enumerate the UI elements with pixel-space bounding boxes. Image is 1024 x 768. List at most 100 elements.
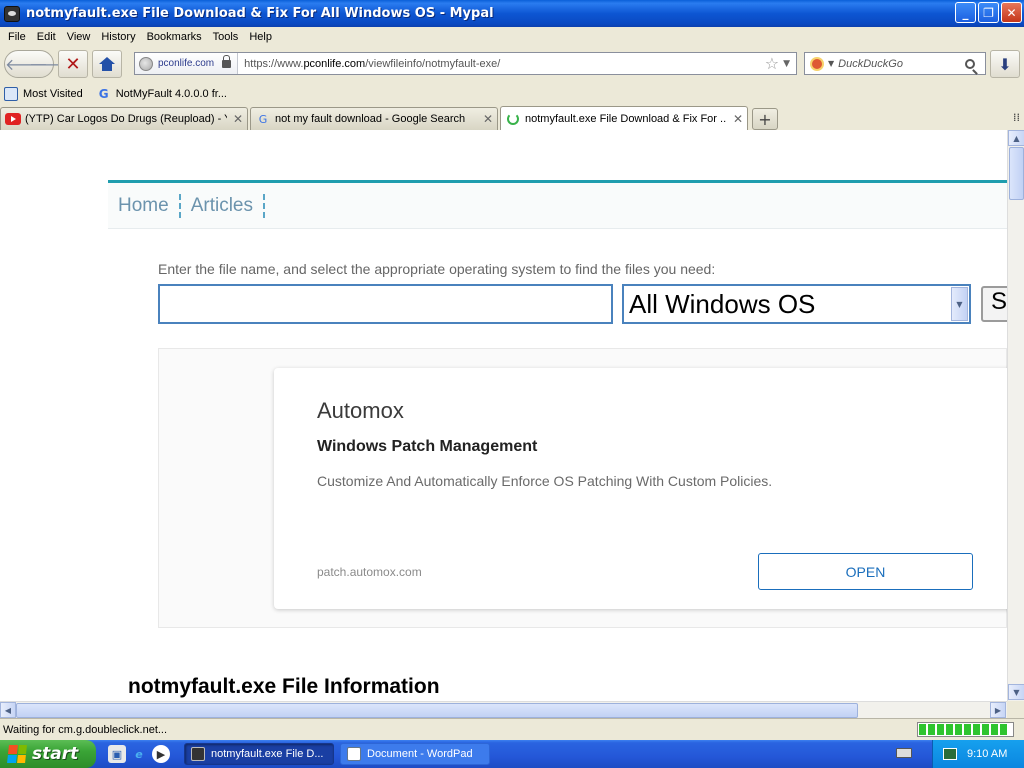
mypal-app-icon[interactable]	[4, 5, 20, 22]
vertical-scrollbar[interactable]: ▲ ▼	[1007, 130, 1024, 701]
ad-title[interactable]: Automox	[317, 398, 404, 424]
windows-flag-icon	[7, 745, 27, 763]
ad-container: Automox Windows Patch Management Customi…	[158, 348, 1007, 628]
ad-subtitle: Windows Patch Management	[317, 438, 538, 455]
most-visited-icon	[4, 87, 18, 101]
horizontal-scrollbar[interactable]: ◀ ▶	[0, 701, 1007, 718]
vertical-scroll-thumb[interactable]	[1009, 147, 1024, 200]
url-prefix: https://www.	[244, 57, 304, 70]
close-button[interactable]: ✕	[1001, 2, 1022, 23]
quick-launch: ▣ e ▶	[108, 745, 170, 763]
network-icon[interactable]	[943, 748, 957, 760]
task-label: notmyfault.exe File D...	[211, 748, 324, 760]
search-engine-dropdown-icon[interactable]: ▼	[828, 59, 834, 68]
os-selected-value: All Windows OS	[629, 288, 816, 319]
url-history-dropdown-icon[interactable]: ▼	[783, 59, 790, 69]
show-desktop-icon[interactable]: ▣	[108, 745, 126, 763]
download-arrow-icon: ⬇	[998, 54, 1012, 74]
nav-home-link[interactable]: Home	[108, 193, 181, 218]
stop-icon: ✕	[65, 53, 81, 75]
menu-file[interactable]: File	[4, 31, 33, 43]
back-forward-group: 🡐 🡒	[4, 50, 72, 78]
page-viewport: Home Articles Enter the file name, and s…	[0, 130, 1007, 701]
menu-history[interactable]: History	[97, 31, 142, 43]
tab-google-search[interactable]: G not my fault download - Google Search …	[250, 107, 498, 130]
tab-close-icon[interactable]: ✕	[483, 112, 493, 126]
tab-youtube[interactable]: (YTP) Car Logos Do Drugs (Reupload) - Y.…	[0, 107, 248, 130]
forward-arrow-icon[interactable]: 🡒	[29, 54, 72, 74]
navigation-toolbar: 🡐 🡒 ✕ pconlife.com https://www.pconlife.…	[0, 46, 1024, 82]
taskbar-item-wordpad[interactable]: Document - WordPad	[340, 743, 490, 765]
scroll-down-icon[interactable]: ▼	[1008, 684, 1024, 700]
keyboard-language-icon[interactable]	[896, 748, 912, 758]
scroll-up-icon[interactable]: ▲	[1008, 130, 1024, 146]
menu-view[interactable]: View	[63, 31, 98, 43]
search-bar[interactable]: ▼ DuckDuckGo	[804, 52, 986, 75]
menu-tools[interactable]: Tools	[209, 31, 246, 43]
file-search-label: Enter the file name, and select the appr…	[158, 261, 716, 277]
taskbar-item-mypal[interactable]: notmyfault.exe File D...	[184, 743, 334, 765]
new-tab-button[interactable]: +	[752, 108, 778, 130]
nav-articles-link[interactable]: Articles	[181, 193, 265, 218]
horizontal-scroll-thumb[interactable]	[16, 703, 858, 718]
tab-close-icon[interactable]: ✕	[733, 112, 743, 126]
scroll-left-icon[interactable]: ◀	[0, 702, 16, 718]
title-bar: notmyfault.exe File Download & Fix For A…	[0, 0, 1024, 27]
menu-bookmarks[interactable]: Bookmarks	[143, 31, 209, 43]
minimize-button[interactable]: _	[955, 2, 976, 23]
downloads-button[interactable]: ⬇	[990, 50, 1020, 78]
scrollbar-corner	[1007, 701, 1024, 718]
tab-strip: (YTP) Car Logos Do Drugs (Reupload) - Y.…	[0, 106, 1024, 130]
search-icon[interactable]	[965, 58, 975, 69]
globe-icon	[139, 56, 153, 71]
file-search-button[interactable]: S	[981, 286, 1007, 322]
list-all-tabs-icon[interactable]: ⁞⁞	[1013, 111, 1020, 124]
lock-icon	[222, 54, 232, 68]
chevron-down-icon[interactable]: ▼	[951, 287, 968, 321]
bookmark-label: Most Visited	[23, 88, 83, 100]
ad-card[interactable]: Automox Windows Patch Management Customi…	[274, 368, 1007, 609]
ad-open-button[interactable]: OPEN	[758, 553, 973, 590]
media-player-icon[interactable]: ▶	[152, 745, 170, 763]
start-button[interactable]: start	[0, 740, 96, 768]
menu-edit[interactable]: Edit	[33, 31, 63, 43]
filename-input[interactable]	[158, 284, 613, 324]
loading-icon	[505, 112, 521, 125]
bookmark-most-visited[interactable]: Most Visited	[4, 87, 83, 101]
stop-button[interactable]: ✕	[58, 50, 88, 78]
tab-label: notmyfault.exe File Download & Fix For .…	[525, 112, 727, 125]
tab-close-icon[interactable]: ✕	[233, 112, 243, 126]
maximize-button[interactable]: ❐	[978, 2, 999, 23]
url-domain: pconlife.com	[303, 57, 366, 70]
clock[interactable]: 9:10 AM	[967, 748, 1007, 760]
menu-help[interactable]: Help	[245, 31, 279, 43]
bookmark-label: NotMyFault 4.0.0.0 fr...	[115, 88, 227, 100]
search-input[interactable]: DuckDuckGo	[838, 58, 965, 70]
file-info-heading: notmyfault.exe File Information	[128, 675, 440, 698]
loading-progress-bar	[917, 722, 1014, 737]
scroll-right-icon[interactable]: ▶	[990, 702, 1006, 718]
taskbar: start ▣ e ▶ notmyfault.exe File D... Doc…	[0, 740, 1024, 768]
tab-notmyfault[interactable]: notmyfault.exe File Download & Fix For .…	[500, 106, 748, 130]
internet-explorer-icon[interactable]: e	[130, 745, 148, 763]
tab-label: (YTP) Car Logos Do Drugs (Reupload) - Y.…	[25, 113, 227, 125]
status-text: Waiting for cm.g.doubleclick.net...	[3, 723, 168, 736]
duckduckgo-icon[interactable]	[810, 56, 824, 71]
home-button[interactable]	[92, 50, 122, 78]
os-select[interactable]: All Windows OS ▼	[622, 284, 971, 324]
ad-url[interactable]: patch.automox.com	[317, 565, 422, 579]
bookmark-star-icon[interactable]: ☆	[765, 54, 779, 73]
site-identity-button[interactable]: pconlife.com	[135, 53, 239, 74]
google-icon: G	[98, 87, 109, 101]
bookmark-notmyfault[interactable]: G NotMyFault 4.0.0.0 fr...	[97, 87, 227, 101]
url-text[interactable]: https://www.pconlife.com/viewfileinfo/no…	[244, 58, 765, 70]
window-title: notmyfault.exe File Download & Fix For A…	[26, 6, 494, 21]
start-label: start	[32, 744, 79, 764]
wordpad-icon	[347, 747, 361, 761]
bookmarks-toolbar: Most Visited G NotMyFault 4.0.0.0 fr...	[0, 82, 1024, 106]
tab-label: not my fault download - Google Search	[275, 113, 466, 125]
url-bar[interactable]: pconlife.com https://www.pconlife.com/vi…	[134, 52, 797, 75]
site-nav: Home Articles	[108, 180, 1007, 229]
back-arrow-icon[interactable]: 🡐	[5, 54, 48, 74]
site-identity-label: pconlife.com	[158, 58, 215, 69]
